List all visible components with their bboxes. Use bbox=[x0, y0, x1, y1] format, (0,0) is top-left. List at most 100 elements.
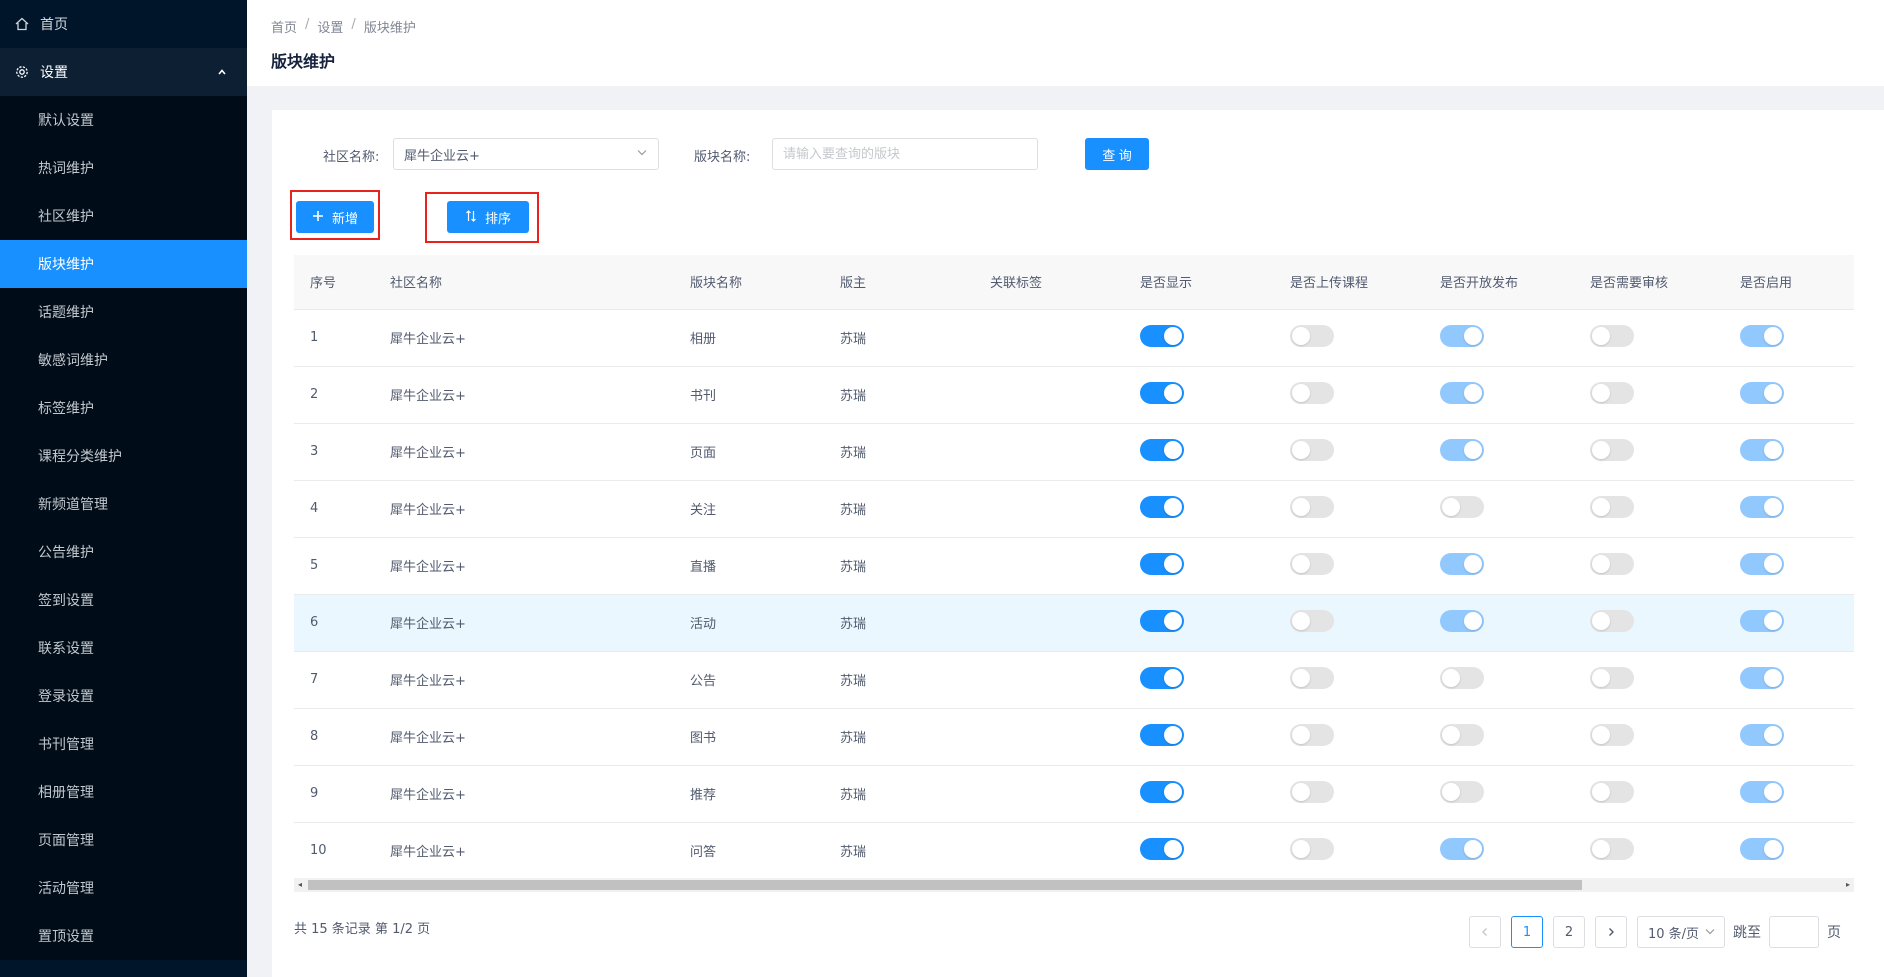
upload-toggle[interactable] bbox=[1290, 495, 1334, 518]
sort-button[interactable]: 排序 bbox=[447, 201, 529, 233]
enabled-toggle[interactable] bbox=[1740, 723, 1784, 746]
sidebar-subitem-17[interactable]: 置顶设置 bbox=[0, 912, 247, 960]
review-toggle[interactable] bbox=[1590, 324, 1634, 347]
next-page-button[interactable] bbox=[1595, 916, 1627, 948]
show-toggle[interactable] bbox=[1140, 666, 1184, 689]
breadcrumb-home[interactable]: 首页 bbox=[271, 17, 297, 36]
table-row[interactable]: 4 犀牛企业云+ 关注 苏瑞 bbox=[294, 480, 1854, 538]
upload-toggle[interactable] bbox=[1290, 324, 1334, 347]
table-row[interactable]: 9 犀牛企业云+ 推荐 苏瑞 bbox=[294, 765, 1854, 823]
scroll-left-icon[interactable]: ◂ bbox=[294, 878, 306, 892]
upload-toggle[interactable] bbox=[1290, 438, 1334, 461]
sidebar-subitem-12[interactable]: 登录设置 bbox=[0, 672, 247, 720]
table-row[interactable]: 6 犀牛企业云+ 活动 苏瑞 bbox=[294, 594, 1854, 652]
sidebar-subitem-11[interactable]: 联系设置 bbox=[0, 624, 247, 672]
show-toggle[interactable] bbox=[1140, 552, 1184, 575]
review-toggle[interactable] bbox=[1590, 552, 1634, 575]
sidebar-subitem-14[interactable]: 相册管理 bbox=[0, 768, 247, 816]
enabled-toggle[interactable] bbox=[1740, 780, 1784, 803]
sidebar-subitem-6[interactable]: 标签维护 bbox=[0, 384, 247, 432]
publish-toggle[interactable] bbox=[1440, 552, 1484, 575]
enabled-toggle[interactable] bbox=[1740, 495, 1784, 518]
column-header-1: 社区名称 bbox=[374, 255, 674, 310]
show-toggle[interactable] bbox=[1140, 495, 1184, 518]
publish-toggle[interactable] bbox=[1440, 438, 1484, 461]
enabled-toggle[interactable] bbox=[1740, 552, 1784, 575]
sidebar-item-home[interactable]: 首页 bbox=[0, 0, 247, 48]
upload-toggle[interactable] bbox=[1290, 609, 1334, 632]
table-row[interactable]: 3 犀牛企业云+ 页面 苏瑞 bbox=[294, 423, 1854, 481]
enabled-toggle[interactable] bbox=[1740, 666, 1784, 689]
sidebar-subitem-7[interactable]: 课程分类维护 bbox=[0, 432, 247, 480]
publish-toggle[interactable] bbox=[1440, 837, 1484, 860]
prev-page-button[interactable] bbox=[1469, 916, 1501, 948]
table-row[interactable]: 8 犀牛企业云+ 图书 苏瑞 bbox=[294, 708, 1854, 766]
review-toggle[interactable] bbox=[1590, 495, 1634, 518]
enabled-toggle[interactable] bbox=[1740, 609, 1784, 632]
upload-toggle[interactable] bbox=[1290, 666, 1334, 689]
review-toggle[interactable] bbox=[1590, 780, 1634, 803]
page-button-1[interactable]: 1 bbox=[1511, 916, 1543, 948]
sidebar-subitem-15[interactable]: 页面管理 bbox=[0, 816, 247, 864]
review-toggle[interactable] bbox=[1590, 438, 1634, 461]
publish-toggle[interactable] bbox=[1440, 723, 1484, 746]
show-toggle[interactable] bbox=[1140, 609, 1184, 632]
query-button[interactable]: 查 询 bbox=[1085, 138, 1149, 170]
table-row[interactable]: 10 犀牛企业云+ 问答 苏瑞 bbox=[294, 822, 1854, 880]
show-toggle[interactable] bbox=[1140, 324, 1184, 347]
review-toggle[interactable] bbox=[1590, 837, 1634, 860]
publish-toggle[interactable] bbox=[1440, 324, 1484, 347]
upload-toggle[interactable] bbox=[1290, 723, 1334, 746]
enabled-toggle[interactable] bbox=[1740, 381, 1784, 404]
sidebar-item-settings[interactable]: 设置 bbox=[0, 48, 247, 96]
sidebar-subitem-2[interactable]: 社区维护 bbox=[0, 192, 247, 240]
review-toggle[interactable] bbox=[1590, 609, 1634, 632]
show-toggle[interactable] bbox=[1140, 381, 1184, 404]
sidebar-subitem-9[interactable]: 公告维护 bbox=[0, 528, 247, 576]
upload-toggle[interactable] bbox=[1290, 381, 1334, 404]
upload-toggle[interactable] bbox=[1290, 837, 1334, 860]
enabled-toggle[interactable] bbox=[1740, 324, 1784, 347]
review-toggle[interactable] bbox=[1590, 723, 1634, 746]
enabled-toggle[interactable] bbox=[1740, 438, 1784, 461]
sidebar-subitem-3[interactable]: 版块维护 bbox=[0, 240, 247, 288]
show-toggle[interactable] bbox=[1140, 438, 1184, 461]
review-toggle[interactable] bbox=[1590, 381, 1634, 404]
sidebar-subitem-10[interactable]: 签到设置 bbox=[0, 576, 247, 624]
breadcrumb-settings[interactable]: 设置 bbox=[317, 17, 343, 36]
page-size-select[interactable]: 10 条/页 bbox=[1637, 916, 1725, 948]
jump-page-input[interactable] bbox=[1769, 916, 1819, 948]
table-row[interactable]: 1 犀牛企业云+ 相册 苏瑞 bbox=[294, 309, 1854, 367]
publish-toggle[interactable] bbox=[1440, 495, 1484, 518]
page-button-2[interactable]: 2 bbox=[1553, 916, 1585, 948]
publish-toggle[interactable] bbox=[1440, 666, 1484, 689]
show-toggle[interactable] bbox=[1140, 723, 1184, 746]
show-toggle[interactable] bbox=[1140, 837, 1184, 860]
sidebar-subitem-5[interactable]: 敏感词维护 bbox=[0, 336, 247, 384]
show-toggle[interactable] bbox=[1140, 780, 1184, 803]
upload-toggle[interactable] bbox=[1290, 552, 1334, 575]
enabled-toggle[interactable] bbox=[1740, 837, 1784, 860]
scrollbar-thumb[interactable] bbox=[308, 880, 1582, 890]
upload-toggle[interactable] bbox=[1290, 780, 1334, 803]
cell-moderator: 苏瑞 bbox=[824, 366, 974, 424]
publish-toggle[interactable] bbox=[1440, 609, 1484, 632]
sidebar-subitem-0[interactable]: 默认设置 bbox=[0, 96, 247, 144]
add-button[interactable]: 新增 bbox=[296, 201, 374, 233]
sidebar-subitem-16[interactable]: 活动管理 bbox=[0, 864, 247, 912]
cell-moderator: 苏瑞 bbox=[824, 594, 974, 652]
sidebar-subitem-1[interactable]: 热词维护 bbox=[0, 144, 247, 192]
publish-toggle[interactable] bbox=[1440, 780, 1484, 803]
sidebar-subitem-4[interactable]: 话题维护 bbox=[0, 288, 247, 336]
review-toggle[interactable] bbox=[1590, 666, 1634, 689]
publish-toggle[interactable] bbox=[1440, 381, 1484, 404]
community-select[interactable]: 犀牛企业云+ bbox=[393, 138, 659, 170]
sidebar-subitem-13[interactable]: 书刊管理 bbox=[0, 720, 247, 768]
sidebar-subitem-8[interactable]: 新频道管理 bbox=[0, 480, 247, 528]
table-row[interactable]: 2 犀牛企业云+ 书刊 苏瑞 bbox=[294, 366, 1854, 424]
scroll-right-icon[interactable]: ▸ bbox=[1842, 878, 1854, 892]
table-row[interactable]: 7 犀牛企业云+ 公告 苏瑞 bbox=[294, 651, 1854, 709]
table-row[interactable]: 5 犀牛企业云+ 直播 苏瑞 bbox=[294, 537, 1854, 595]
horizontal-scrollbar[interactable]: ◂ ▸ bbox=[294, 878, 1854, 892]
section-search-input[interactable] bbox=[772, 138, 1038, 170]
